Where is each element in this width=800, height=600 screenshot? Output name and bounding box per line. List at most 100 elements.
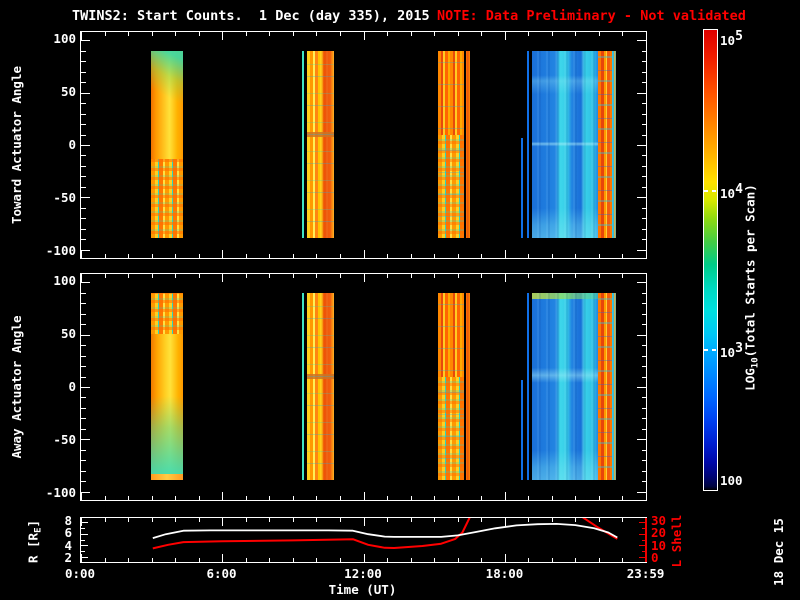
y-tick-label: -50 (53, 431, 76, 447)
axis-tick (104, 274, 106, 278)
axis-tick (81, 32, 82, 40)
axis-tick (81, 334, 90, 336)
band-layer (150, 395, 183, 475)
plot-title: TWINS2: Start Counts. 1 Dec (day 335), 2… (72, 8, 430, 24)
axis-tick (387, 32, 389, 36)
axis-tick (641, 155, 646, 157)
axis-tick (81, 103, 86, 105)
band-layer (466, 51, 471, 238)
axis-tick (551, 32, 553, 36)
axis-tick (641, 82, 646, 84)
band-layer (150, 159, 183, 238)
axis-tick (81, 50, 86, 52)
axis-tick (81, 355, 86, 357)
axis-tick (457, 496, 459, 500)
axis-tick (81, 418, 86, 420)
axis-tick (245, 274, 247, 278)
band-layer (437, 51, 464, 238)
spectrogram-band (612, 293, 617, 480)
axis-tick (641, 460, 646, 462)
band-layer (520, 138, 524, 238)
band-layer (302, 51, 305, 238)
axis-tick (81, 470, 86, 472)
axis-tick (81, 274, 82, 282)
axis-tick (198, 254, 200, 258)
axis-tick (434, 254, 436, 258)
y-tick-label: 0 (68, 137, 76, 152)
axis-tick (641, 103, 646, 105)
x-tick-label: 6:00 (206, 566, 237, 581)
axis-tick (363, 32, 365, 40)
axis-tick (151, 274, 153, 278)
axis-tick (81, 113, 86, 115)
axis-tick (575, 32, 577, 36)
axis-tick (504, 250, 506, 258)
band-layer (531, 293, 598, 480)
spectrogram-band (307, 293, 334, 480)
axis-tick (641, 186, 646, 188)
axis-tick (81, 292, 86, 294)
axis-tick (128, 496, 130, 500)
band-layer (612, 51, 617, 238)
axis-tick (81, 186, 86, 188)
axis-tick (81, 82, 86, 84)
band-layer (150, 51, 183, 108)
axis-tick (528, 274, 530, 278)
axis-tick (81, 124, 86, 126)
axis-tick (81, 449, 86, 451)
axis-tick (269, 32, 271, 36)
axis-tick (222, 250, 224, 258)
axis-tick (481, 496, 483, 500)
axis-tick (81, 428, 86, 430)
axis-tick (637, 40, 646, 42)
band-layer (307, 293, 334, 480)
axis-tick (151, 254, 153, 258)
colorbar-tick-label: 103 (720, 340, 743, 360)
axis-tick (410, 254, 412, 258)
axis-tick (292, 32, 294, 36)
spectrogram-panel-toward (80, 31, 647, 259)
axis-tick (245, 254, 247, 258)
axis-tick (641, 50, 646, 52)
axis-tick (598, 254, 600, 258)
axis-tick (81, 250, 82, 258)
spectrogram-band (437, 293, 464, 480)
axis-tick (81, 207, 86, 209)
band-layer (302, 293, 305, 480)
spectrogram-band (302, 293, 305, 480)
band-layer (597, 293, 613, 480)
axis-tick (339, 254, 341, 258)
axis-tick (222, 492, 224, 500)
r-tick-label: 2 (64, 550, 72, 565)
axis-tick (222, 274, 224, 282)
colorbar-tick-label: 105 (720, 29, 743, 48)
axis-tick (81, 40, 90, 42)
axis-tick (175, 32, 177, 36)
axis-tick (481, 254, 483, 258)
axis-tick (622, 32, 624, 36)
axis-tick (641, 61, 646, 63)
band-layer (150, 293, 183, 335)
axis-tick (316, 274, 318, 278)
axis-tick (641, 228, 646, 230)
axis-tick (504, 32, 506, 40)
axis-tick (81, 460, 86, 462)
band-layer (531, 51, 598, 238)
axis-tick (81, 397, 86, 399)
axis-tick (641, 376, 646, 378)
axis-tick (175, 254, 177, 258)
band-layer (526, 293, 529, 480)
orbit-panel (80, 517, 647, 563)
axis-tick (81, 492, 82, 500)
axis-tick (434, 274, 436, 278)
band-layer (526, 51, 529, 238)
axis-tick (637, 282, 646, 284)
axis-tick (81, 239, 86, 241)
axis-tick (457, 274, 459, 278)
axis-tick (81, 165, 86, 167)
preliminary-note: NOTE: Data Preliminary - Not validated (437, 8, 746, 24)
axis-tick (128, 274, 130, 278)
axis-tick (363, 274, 365, 282)
r-curve (152, 523, 618, 539)
axis-tick (637, 249, 646, 251)
